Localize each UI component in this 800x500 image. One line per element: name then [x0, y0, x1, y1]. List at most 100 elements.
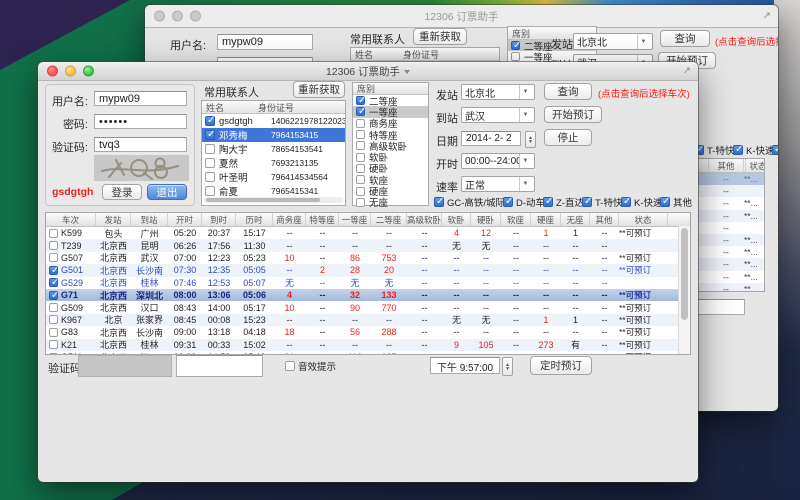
train-column-header[interactable]: 商务座 — [273, 213, 306, 226]
seat-type-row[interactable]: 一等座 — [353, 106, 428, 117]
contact-row[interactable]: 陶大宇78654153541 — [202, 142, 345, 156]
train-row[interactable]: G509北京西汉口08:4314:0005:1710--90770-------… — [46, 301, 690, 313]
seat-type-row[interactable]: 软卧 — [353, 151, 428, 162]
train-column-header[interactable]: 软座 — [501, 213, 531, 226]
scheduled-booking-button[interactable]: 定时预订 — [530, 356, 592, 375]
train-row[interactable]: G71北京西深圳北08:0013:0605:064--32133--------… — [46, 289, 690, 301]
contact-row[interactable]: 叶圣明796414534564 — [202, 170, 345, 184]
checkbox-checked-icon[interactable] — [543, 197, 553, 207]
train-row[interactable]: K21北京西桂林09:3100:3315:02----------9105--2… — [46, 339, 690, 351]
checkbox-checked-icon[interactable] — [582, 197, 592, 207]
checkbox-checked-icon[interactable] — [356, 107, 365, 116]
back-refresh-button[interactable]: 重新获取 — [413, 28, 467, 45]
train-column-header[interactable]: 开时 — [168, 213, 202, 226]
train-number-cell[interactable]: G529 — [46, 278, 96, 288]
train-column-header[interactable]: 特等座 — [306, 213, 339, 226]
train-row[interactable]: K599包头广州05:2020:3715:17----------412--11… — [46, 227, 690, 239]
checkbox-unchecked-icon[interactable] — [49, 340, 58, 349]
checkbox-unchecked-icon[interactable] — [49, 328, 58, 337]
train-column-header[interactable]: 软卧 — [442, 213, 471, 226]
train-filter-option[interactable]: Z-直达 — [543, 195, 582, 209]
depart-time-select[interactable]: 00:00--24:00▼ — [461, 153, 535, 169]
train-filter-option[interactable]: K-快速 — [733, 143, 772, 157]
train-row[interactable]: G83北京西长沙南09:0013:1804:1818--56288-------… — [46, 326, 690, 338]
checkbox-checked-icon[interactable] — [49, 278, 58, 287]
train-number-cell[interactable]: K599 — [46, 228, 96, 238]
train-number-cell[interactable]: K21 — [46, 340, 96, 350]
start-booking-button[interactable]: 开始预订 — [544, 106, 602, 123]
train-row[interactable]: G501北京西长沙南07:3012:3505:05--22820--------… — [46, 264, 690, 276]
train-number-cell[interactable]: T239 — [46, 241, 96, 251]
checkbox-unchecked-icon[interactable] — [205, 186, 215, 196]
train-filter-option[interactable]: T-特快 — [582, 195, 621, 209]
checkbox-unchecked-icon[interactable] — [205, 172, 215, 182]
from-select[interactable]: 北京北▼ — [461, 84, 535, 100]
train-column-header[interactable]: 硬卧 — [471, 213, 501, 226]
checkbox-unchecked-icon[interactable] — [49, 241, 58, 250]
contact-row[interactable]: 邓秀梅7964153415 — [202, 128, 345, 142]
train-filter-option[interactable]: 其他 — [660, 195, 698, 209]
train-column-header[interactable]: 其他 — [590, 213, 619, 226]
refresh-contacts-button[interactable]: 重新获取 — [293, 81, 345, 98]
train-column-header[interactable]: 到时 — [202, 213, 236, 226]
contacts-table[interactable]: 姓名 身份证号 gsdgtgh140622197812202315邓秀梅7964… — [201, 100, 346, 206]
train-column-header[interactable]: 历时 — [236, 213, 273, 226]
train-row[interactable]: G529北京西桂林07:4612:5305:07无--无无-----------… — [46, 277, 690, 289]
to-select[interactable]: 武汉▼ — [461, 107, 535, 123]
main-window[interactable]: 12306 订票助手 ↗ 用户名: mypw09 密码: •••••• 验证码:… — [38, 62, 698, 482]
train-number-cell[interactable]: G507 — [46, 253, 96, 263]
checkbox-unchecked-icon[interactable] — [205, 158, 215, 168]
checkbox-unchecked-icon[interactable] — [356, 153, 365, 162]
captcha-input[interactable]: tvq3 — [94, 137, 187, 152]
checkbox-checked-icon[interactable] — [49, 291, 58, 300]
seat-type-row[interactable]: 硬座 — [353, 185, 428, 196]
checkbox-unchecked-icon[interactable] — [356, 175, 365, 184]
checkbox-unchecked-icon[interactable] — [356, 130, 365, 139]
fullscreen-icon[interactable]: ↗ — [683, 66, 691, 77]
checkbox-checked-icon[interactable] — [660, 197, 670, 207]
contact-row[interactable]: gsdgtgh140622197812202315 — [202, 114, 345, 128]
checkbox-unchecked-icon[interactable] — [356, 141, 365, 150]
close-icon[interactable] — [154, 11, 165, 22]
stop-button[interactable]: 停止 — [544, 129, 592, 146]
train-filter-option[interactable]: T-特快 — [694, 143, 733, 157]
train-column-header[interactable]: 硬座 — [531, 213, 561, 226]
checkbox-unchecked-icon[interactable] — [49, 315, 58, 324]
checkbox-checked-icon[interactable] — [511, 41, 520, 50]
seat-type-row[interactable]: 特等座 — [353, 129, 428, 140]
username-input[interactable]: mypw09 — [94, 91, 187, 106]
close-icon[interactable] — [47, 66, 58, 77]
seat-type-row[interactable]: 软座 — [353, 174, 428, 185]
checkbox-checked-icon[interactable] — [621, 197, 631, 207]
checkbox-checked-icon[interactable] — [503, 197, 513, 207]
speed-select[interactable]: 正常▼ — [461, 176, 535, 192]
seat-type-row[interactable]: 硬卧 — [353, 163, 428, 174]
checkbox-unchecked-icon[interactable] — [511, 52, 520, 61]
train-column-header[interactable]: 状态 — [619, 213, 668, 226]
train-number-cell[interactable]: K967 — [46, 315, 96, 325]
train-column-header[interactable]: 发站 — [96, 213, 131, 226]
checkbox-unchecked-icon[interactable] — [49, 229, 58, 238]
contact-row[interactable]: 夏然7693213135 — [202, 156, 345, 170]
seat-type-row[interactable]: 高级软卧 — [353, 140, 428, 151]
train-column-header[interactable]: 车次 — [46, 213, 96, 226]
checkbox-checked-icon[interactable] — [205, 116, 215, 126]
train-filter-option[interactable]: D-动车 — [503, 195, 543, 209]
back-query-button[interactable]: 查询 — [660, 30, 710, 47]
contact-row[interactable]: 俞夏7965415341 — [202, 184, 345, 198]
checkbox-unchecked-icon[interactable] — [356, 119, 365, 128]
checkbox-checked-icon[interactable] — [733, 145, 743, 155]
checkbox-unchecked-icon[interactable] — [356, 198, 365, 207]
checkbox-checked-icon[interactable] — [434, 197, 444, 207]
train-number-cell[interactable]: G83 — [46, 327, 96, 337]
minimize-icon[interactable] — [172, 11, 183, 22]
train-number-cell[interactable]: G71 — [46, 290, 96, 300]
timer-stepper[interactable]: ▲▼ — [502, 357, 513, 376]
captcha-image[interactable] — [94, 155, 189, 181]
checkbox-checked-icon[interactable] — [205, 130, 215, 140]
checkbox-unchecked-icon[interactable] — [49, 253, 58, 262]
back-username-input[interactable]: mypw09 — [217, 34, 313, 50]
checkbox-unchecked-icon[interactable] — [49, 353, 58, 355]
zoom-icon[interactable] — [83, 66, 94, 77]
train-table[interactable]: 车次发站到站开时到时历时商务座特等座一等座二等座高级软卧软卧硬卧软座硬座无座其他… — [45, 212, 691, 355]
